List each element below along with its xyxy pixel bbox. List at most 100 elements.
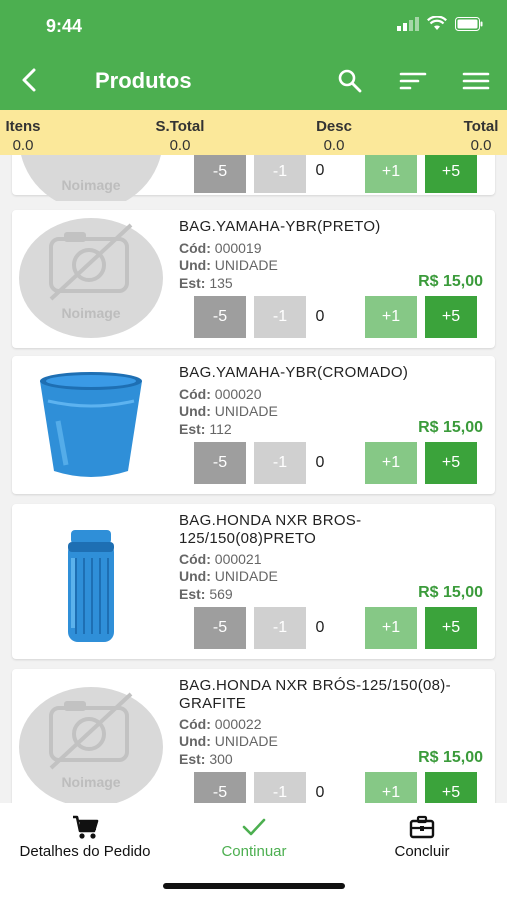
und-label: Und: <box>179 568 211 584</box>
quantity-value: 0 <box>315 162 325 179</box>
plus5-button[interactable]: +5 <box>425 296 477 338</box>
minus5-button[interactable]: -5 <box>194 772 246 803</box>
est-value: 569 <box>209 586 233 602</box>
product-card[interactable]: Noimage BAG.HONDA NXR BRÓS-125/150(08)-G… <box>12 669 495 803</box>
minus5-button[interactable]: -5 <box>194 442 246 484</box>
minus1-button[interactable]: -1 <box>254 155 306 193</box>
plus5-button[interactable]: +5 <box>425 607 477 649</box>
plus1-button[interactable]: +1 <box>365 607 417 649</box>
product-und: Und: UNIDADE <box>179 257 278 274</box>
plus1-button[interactable]: +1 <box>365 296 417 338</box>
summary-itens-value: 0.0 <box>12 137 34 154</box>
product-cod: Cód: 000021 <box>179 551 262 568</box>
und-label: Und: <box>179 257 211 273</box>
summary-itens-label: Itens <box>5 118 41 135</box>
check-icon <box>242 818 266 836</box>
product-cod: Cód: 000022 <box>179 716 262 733</box>
app-bar: Produtos <box>0 52 507 110</box>
summary-desc-value: 0.0 <box>323 137 345 154</box>
product-est: Est: 135 <box>179 275 233 292</box>
product-image <box>68 530 114 642</box>
product-est: Est: 112 <box>179 421 232 438</box>
cod-value: 000021 <box>214 551 262 567</box>
cod-label: Cód: <box>179 240 211 256</box>
no-image-placeholder: Noimage <box>19 687 163 803</box>
no-image-label: Noimage <box>61 305 120 321</box>
product-card[interactable]: BAG.HONDA NXR BROS-125/150(08)PRETO Cód:… <box>12 504 495 659</box>
product-name: BAG.YAMAHA-YBR(PRETO) <box>179 218 381 235</box>
chevron-left-icon[interactable] <box>16 66 44 94</box>
plus5-button[interactable]: +5 <box>425 442 477 484</box>
minus5-button[interactable]: -5 <box>194 155 246 193</box>
product-name: BAG.YAMAHA-YBR(CROMADO) <box>179 364 409 381</box>
quantity-value: 0 <box>315 454 325 471</box>
est-label: Est: <box>179 751 206 767</box>
summary-total: Total 0.0 <box>455 118 507 154</box>
und-value: UNIDADE <box>214 403 278 419</box>
product-card[interactable]: Noimage -5 -1 0 +1 +5 <box>12 155 495 201</box>
product-est: Est: 300 <box>179 751 233 768</box>
est-value: 135 <box>209 275 233 291</box>
product-image <box>40 372 142 477</box>
no-image-label: Noimage <box>61 177 120 193</box>
minus5-button[interactable]: -5 <box>194 296 246 338</box>
minus5-button[interactable]: -5 <box>194 607 246 649</box>
quantity-value: 0 <box>315 784 325 801</box>
minus1-button[interactable]: -1 <box>254 296 306 338</box>
est-label: Est: <box>179 586 206 602</box>
product-name: BAG.HONDA NXR BROS-125/150(08)PRETO <box>179 512 362 547</box>
plus5-button[interactable]: +5 <box>425 155 477 193</box>
minus1-button[interactable]: -1 <box>254 607 306 649</box>
minus1-button[interactable]: -1 <box>254 772 306 803</box>
cod-label: Cód: <box>179 551 211 567</box>
quantity-value: 0 <box>315 619 325 636</box>
product-price: R$ 15,00 <box>418 273 483 290</box>
product-card[interactable]: BAG.YAMAHA-YBR(CROMADO) Cód: 000020 Und:… <box>12 356 495 494</box>
summary-stotal-value: 0.0 <box>169 137 191 154</box>
menu-icon[interactable] <box>461 66 491 96</box>
tab-finish-label: Concluir <box>394 843 450 860</box>
minus1-button[interactable]: -1 <box>254 442 306 484</box>
cart-icon <box>73 815 99 839</box>
status-time: 9:44 <box>46 16 83 36</box>
product-und: Und: UNIDADE <box>179 403 278 420</box>
plus5-button[interactable]: +5 <box>425 772 477 803</box>
plus1-button[interactable]: +1 <box>365 772 417 803</box>
quantity-value: 0 <box>315 308 325 325</box>
status-icons <box>397 16 483 31</box>
sort-icon[interactable] <box>398 66 428 96</box>
tab-order-details[interactable]: Detalhes do Pedido <box>0 813 170 860</box>
plus1-button[interactable]: +1 <box>365 155 417 193</box>
und-label: Und: <box>179 733 211 749</box>
und-value: UNIDADE <box>214 257 278 273</box>
order-summary: Itens 0.0 S.Total 0.0 Desc 0.0 Total 0.0 <box>0 110 507 155</box>
est-label: Est: <box>179 275 206 291</box>
battery-icon <box>455 16 483 31</box>
product-price: R$ 15,00 <box>418 419 483 436</box>
und-value: UNIDADE <box>214 733 278 749</box>
summary-stotal-label: S.Total <box>155 118 205 135</box>
und-label: Und: <box>179 403 211 419</box>
product-und: Und: UNIDADE <box>179 733 278 750</box>
summary-desc-label: Desc <box>316 118 352 135</box>
wifi-icon <box>427 16 447 30</box>
tab-order-details-label: Detalhes do Pedido <box>19 843 151 860</box>
summary-total-label: Total <box>463 118 499 135</box>
search-icon[interactable] <box>335 66 365 96</box>
product-und: Und: UNIDADE <box>179 568 278 585</box>
product-card[interactable]: Noimage BAG.YAMAHA-YBR(PRETO) Cód: 00001… <box>12 210 495 348</box>
und-value: UNIDADE <box>214 568 278 584</box>
product-cod: Cód: 000019 <box>179 240 262 257</box>
est-value: 300 <box>209 751 233 767</box>
tab-continue-label: Continuar <box>221 843 287 860</box>
status-bar: 9:44 <box>0 0 507 52</box>
signal-icon <box>397 16 419 31</box>
product-list[interactable]: Noimage -5 -1 0 +1 +5 Noimage BAG.YAMAHA… <box>0 155 507 803</box>
cod-label: Cód: <box>179 386 211 402</box>
home-indicator <box>163 883 345 889</box>
plus1-button[interactable]: +1 <box>365 442 417 484</box>
tab-finish[interactable]: Concluir <box>372 813 472 860</box>
cod-value: 000019 <box>214 240 262 256</box>
tab-continue[interactable]: Continuar <box>194 813 314 860</box>
briefcase-icon <box>409 815 435 839</box>
